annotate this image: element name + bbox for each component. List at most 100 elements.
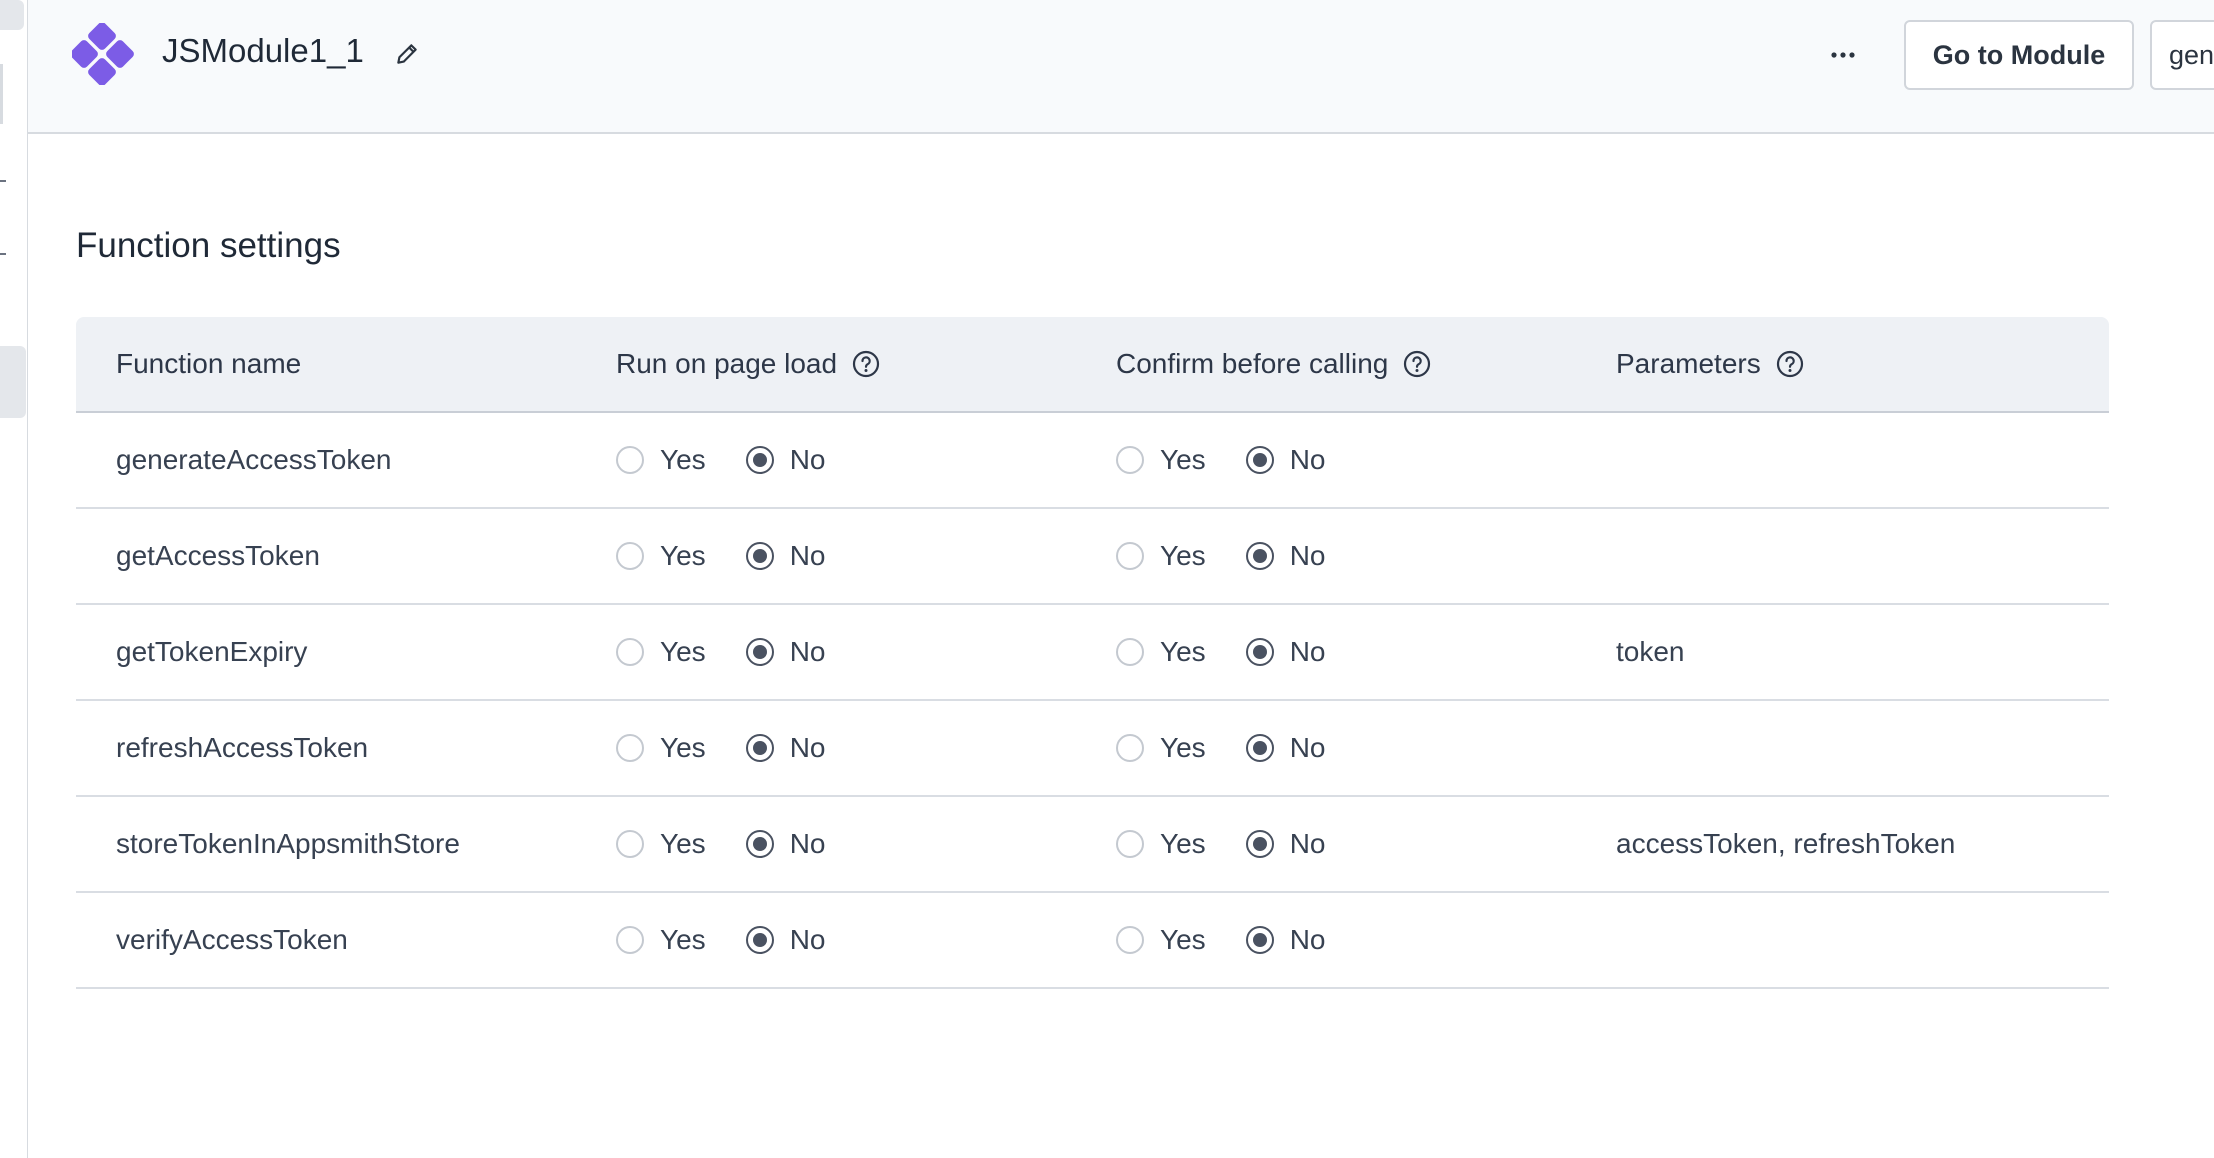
radio-label: Yes [1160,636,1206,667]
radio-label: No [789,636,826,667]
radio-button[interactable] [1116,926,1144,954]
rail-item-top[interactable] [0,0,24,30]
function-settings-table: Function name Run on page load Confirm b… [76,317,2109,989]
column-header-label: Confirm before calling [1116,348,1389,379]
confirm-before-calling-yes-option[interactable]: Yes [1116,732,1206,764]
radio-button[interactable] [1116,542,1144,570]
run-on-page-load-yes-option[interactable]: Yes [616,924,706,956]
column-header-function-name: Function name [116,317,301,411]
run-on-page-load-no-option[interactable]: No [745,444,825,476]
run-on-page-load-yes-option[interactable]: Yes [616,540,706,572]
radio-button[interactable] [745,446,774,474]
confirm-before-calling-yes-option[interactable]: Yes [1116,540,1206,572]
question-circle-icon[interactable] [1402,349,1432,379]
radio-label: No [1289,444,1326,475]
radio-label: No [1289,828,1326,859]
confirm-before-calling-radio-group: Yes No [1116,701,1365,795]
question-circle-icon[interactable] [1775,349,1805,379]
run-on-page-load-yes-option[interactable]: Yes [616,732,706,764]
radio-button[interactable] [616,542,644,570]
run-on-page-load-radio-group: Yes No [616,797,865,891]
confirm-before-calling-radio-group: Yes No [1116,893,1365,987]
confirm-before-calling-no-option[interactable]: No [1245,636,1326,668]
radio-button[interactable] [1245,734,1274,762]
radio-button[interactable] [745,542,774,570]
radio-button[interactable] [1245,926,1274,954]
function-name-cell: getTokenExpiry [116,636,308,667]
run-on-page-load-no-option[interactable]: No [745,636,826,668]
radio-button[interactable] [1116,830,1144,858]
radio-label: Yes [660,540,706,571]
table-row: getAccessToken Yes No Yes No [76,509,2109,605]
radio-button[interactable] [1245,830,1274,858]
rail-dash-2 [0,253,6,255]
run-on-page-load-yes-option[interactable]: Yes [616,444,706,476]
radio-button[interactable] [745,638,774,666]
radio-label: Yes [1160,732,1206,763]
run-on-page-load-no-option[interactable]: No [745,924,826,956]
radio-button[interactable] [616,734,644,762]
table-row: refreshAccessToken Yes No Yes No [76,701,2109,797]
radio-label: Yes [660,732,706,763]
radio-label: No [789,732,826,763]
section-title: Function settings [76,226,341,265]
radio-button[interactable] [616,638,644,666]
function-name-cell: refreshAccessToken [116,732,369,763]
pencil-icon[interactable] [394,41,420,67]
radio-label: No [1289,540,1326,571]
radio-button[interactable] [1245,638,1274,666]
radio-button[interactable] [1245,542,1274,570]
more-horizontal-icon[interactable] [1828,40,1858,70]
radio-button[interactable] [745,926,774,954]
confirm-before-calling-yes-option[interactable]: Yes [1116,924,1206,956]
run-on-page-load-yes-option[interactable]: Yes [616,828,706,860]
parameters-cell: accessToken, refreshToken [1616,828,1956,859]
column-header-parameters: Parameters [1616,317,1805,411]
confirm-before-calling-yes-option[interactable]: Yes [1116,636,1206,668]
run-on-page-load-no-option[interactable]: No [745,540,825,572]
confirm-before-calling-no-option[interactable]: No [1245,444,1326,476]
module-header: JSModule1_1 Go to Module gen [28,0,2214,134]
radio-button[interactable] [1245,446,1274,474]
confirm-before-calling-yes-option[interactable]: Yes [1116,444,1206,476]
table-row: verifyAccessToken Yes No Yes No [76,893,2109,989]
table-header: Function name Run on page load Confirm b… [76,317,2109,413]
radio-label: No [789,924,826,955]
go-to-module-button[interactable]: Go to Module [1904,20,2134,90]
truncated-header-button[interactable]: gen [2150,20,2214,90]
run-on-page-load-yes-option[interactable]: Yes [616,636,706,668]
column-header-label: Run on page load [616,348,838,379]
radio-label: No [789,828,826,859]
question-circle-icon[interactable] [851,349,881,379]
column-header-confirm-before-calling: Confirm before calling [1116,317,1432,411]
radio-button[interactable] [616,830,644,858]
radio-button[interactable] [616,446,644,474]
run-on-page-load-no-option[interactable]: No [745,828,826,860]
confirm-before-calling-no-option[interactable]: No [1245,924,1326,956]
rail-item-active[interactable] [0,346,26,418]
module-title: JSModule1_1 [162,32,364,69]
appsmith-logo-icon [72,23,134,85]
column-header-run-on-page-load: Run on page load [616,317,881,411]
radio-button[interactable] [616,926,644,954]
radio-button[interactable] [745,734,774,762]
run-on-page-load-radio-group: Yes No [616,413,865,507]
confirm-before-calling-no-option[interactable]: No [1245,732,1325,764]
radio-label: No [1289,636,1326,667]
confirm-before-calling-yes-option[interactable]: Yes [1116,828,1206,860]
radio-button[interactable] [1116,638,1144,666]
confirm-before-calling-no-option[interactable]: No [1245,540,1326,572]
confirm-before-calling-radio-group: Yes No [1116,509,1365,603]
radio-button[interactable] [1116,446,1144,474]
table-row: getTokenExpiry Yes No Yes No token [76,605,2109,701]
run-on-page-load-radio-group: Yes No [616,701,865,795]
confirm-before-calling-radio-group: Yes No [1116,797,1365,891]
radio-button[interactable] [1116,734,1144,762]
radio-button[interactable] [745,830,774,858]
confirm-before-calling-no-option[interactable]: No [1245,828,1326,860]
run-on-page-load-no-option[interactable]: No [745,732,826,764]
radio-label: No [1289,924,1326,955]
run-on-page-load-radio-group: Yes No [616,509,865,603]
rail-divider [0,64,3,124]
radio-label: Yes [1160,540,1206,571]
